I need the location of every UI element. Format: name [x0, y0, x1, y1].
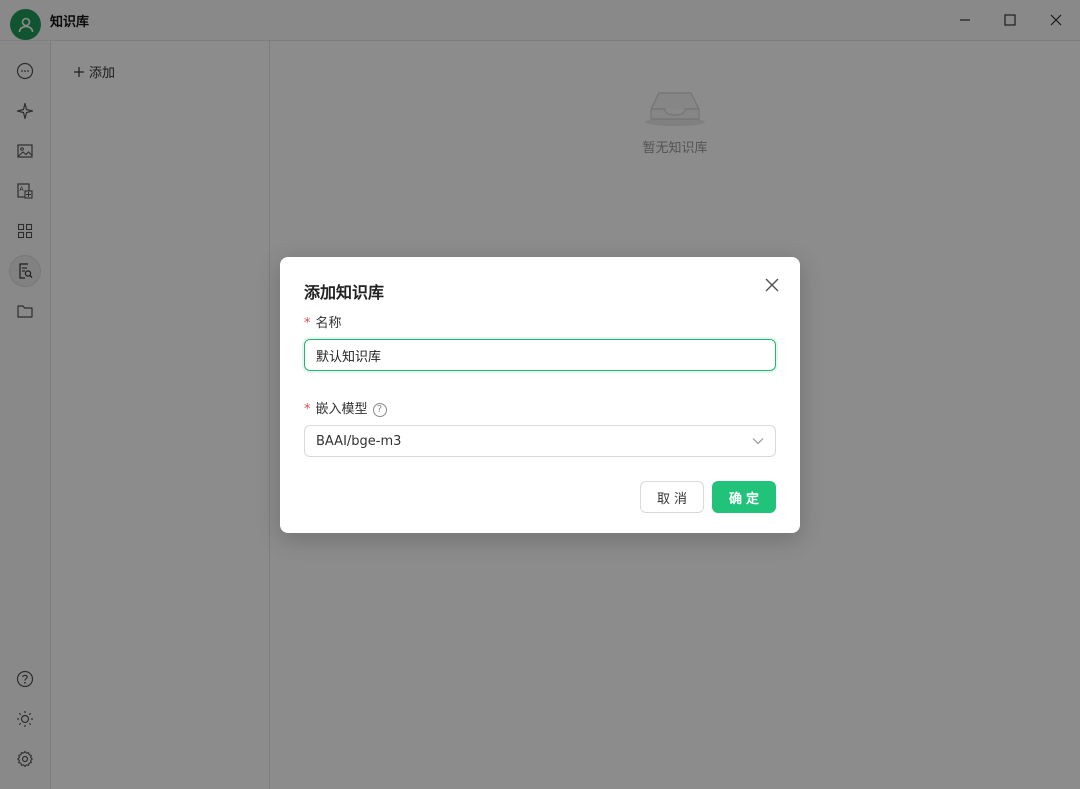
required-marker: * [304, 316, 311, 331]
add-knowledge-dialog: 添加知识库 * 名称 默认知识库 * 嵌入模型? BAAI/bge-m3 取消 确定 [280, 257, 800, 533]
chevron-down-icon [752, 438, 764, 445]
dialog-title: 添加知识库 [304, 283, 385, 302]
model-select-value: BAAI/bge-m3 [316, 433, 402, 449]
model-field-label: * 嵌入模型? [304, 398, 387, 417]
required-marker: * [304, 402, 311, 417]
app-window: 知识库 A 添加 暂无知识库 添加知识库 * 名称 默认知识库 * 嵌入模型 ?… [0, 0, 1080, 789]
name-input-value: 默认知识库 [316, 349, 382, 365]
confirm-button[interactable]: 确定 [712, 481, 776, 513]
embedding-model-select[interactable]: BAAI/bge-m3 [304, 425, 776, 457]
cancel-button[interactable]: 取消 [640, 481, 704, 513]
name-label-text: 名称 [315, 316, 342, 331]
name-input[interactable]: 默认知识库 [304, 339, 776, 371]
dialog-close-icon[interactable] [762, 275, 782, 295]
model-label-text: 嵌入模型 [315, 402, 368, 417]
name-field-label: * 名称 [304, 312, 342, 331]
question-help-icon[interactable]: ? [372, 402, 387, 417]
